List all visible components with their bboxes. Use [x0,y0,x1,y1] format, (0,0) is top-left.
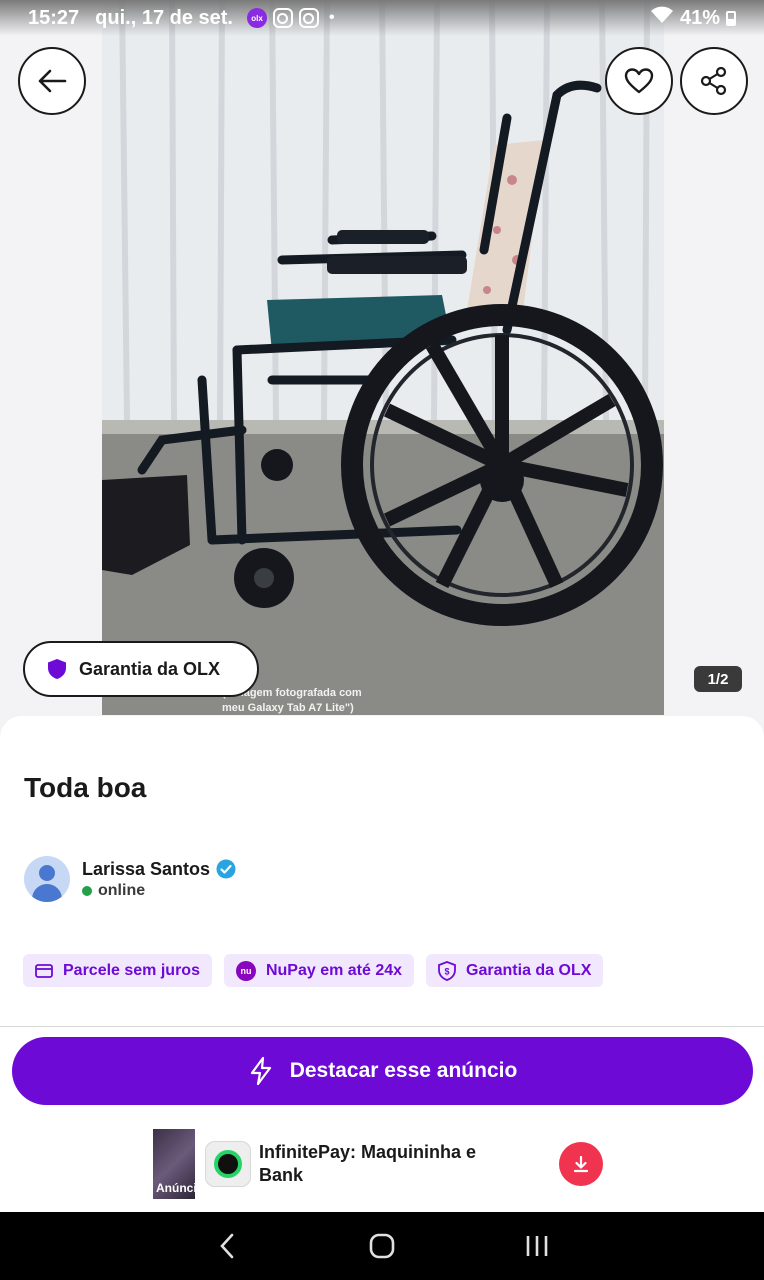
caption-line-2: meu Galaxy Tab A7 Lite") [222,702,354,714]
ad-thumbnail[interactable]: Anúncios [153,1129,211,1199]
instagram-notification-icon-2 [298,8,319,28]
instagram-notification-icon [272,8,293,28]
status-bar: 15:27 qui., 17 de set. olx • 41% [0,0,764,36]
shield-icon [48,659,66,679]
cta-label: Destacar esse anúncio [289,1059,518,1082]
chip-garantia-olx[interactable]: $ Garantia da OLX [426,954,604,987]
nav-home-button[interactable] [362,1226,402,1266]
ad-badge: Anúncios [156,1181,211,1195]
guarantee-label: Garantia da OLX [79,658,221,679]
shield-dollar-icon: $ [438,960,456,981]
chip-nupay[interactable]: nu NuPay em até 24x [223,954,415,987]
heart-icon [624,68,654,94]
download-icon [573,1155,589,1173]
photo-counter: 1/2 [694,666,742,692]
verified-icon [216,859,236,879]
listing-details-sheet: Toda boa Larissa Santos online Parcele s… [0,716,764,1212]
nav-recents-button[interactable] [517,1226,557,1266]
chip-label: Garantia da OLX [466,961,592,979]
listing-title: Toda boa [24,772,147,803]
share-icon [700,66,727,96]
chip-parcele-sem-juros[interactable]: Parcele sem juros [23,954,212,987]
avatar-head [39,865,55,881]
chip-label: Parcele sem juros [63,961,200,979]
sponsored-ad[interactable]: Anúncios InfinitePay: Maquininha e Bank [153,1129,603,1199]
avatar-body [32,884,62,902]
seller-info[interactable]: Larissa Santos online [24,856,236,902]
status-date: qui., 17 de set. [95,6,233,29]
ad-download-button[interactable] [559,1142,603,1186]
listing-photo-gallery[interactable]: ("Imagem fotografada com meu Galaxy Tab … [0,0,764,740]
seller-text: Larissa Santos online [82,859,236,900]
online-dot-icon [82,885,92,896]
share-button[interactable] [680,47,748,115]
divider [0,1026,764,1027]
nav-back-button[interactable] [207,1226,247,1266]
ad-title[interactable]: InfinitePay: Maquininha e Bank [259,1141,509,1187]
arrow-left-icon [38,69,67,93]
recents-icon [526,1236,547,1256]
wheelchair-photo[interactable]: ("Imagem fotografada com meu Galaxy Tab … [102,0,664,715]
battery-icon [726,10,736,26]
nu-icon: nu [235,960,256,981]
chevron-left-icon [220,1233,234,1259]
back-button[interactable] [18,47,86,115]
svg-text:$: $ [445,966,450,976]
battery-level: 41% [679,6,720,29]
olx-notification-icon: olx [246,8,267,28]
card-icon [35,963,53,978]
avatar[interactable] [24,856,70,902]
seller-name-row: Larissa Santos [82,859,236,880]
seller-name: Larissa Santos [82,858,211,879]
system-navigation-bar [0,1212,764,1280]
status-time: 15:27 [28,6,80,29]
wheelchair-illustration [102,0,664,715]
home-icon [369,1233,395,1259]
infinitepay-logo-icon [205,1141,251,1187]
chip-label: NuPay em até 24x [265,961,403,979]
favorite-button[interactable] [605,47,673,115]
seller-status: online [98,881,146,899]
olx-guarantee-badge[interactable]: Garantia da OLX [23,641,259,697]
lightning-icon [250,1056,271,1086]
highlight-ad-button[interactable]: Destacar esse anúncio [12,1037,753,1105]
payment-chips: Parcele sem juros nu NuPay em até 24x $ … [23,954,604,987]
status-right: 41% [650,6,736,30]
seller-status-row: online [82,882,236,900]
wifi-icon [650,6,674,30]
more-notifications-dot-icon: • [328,9,335,26]
